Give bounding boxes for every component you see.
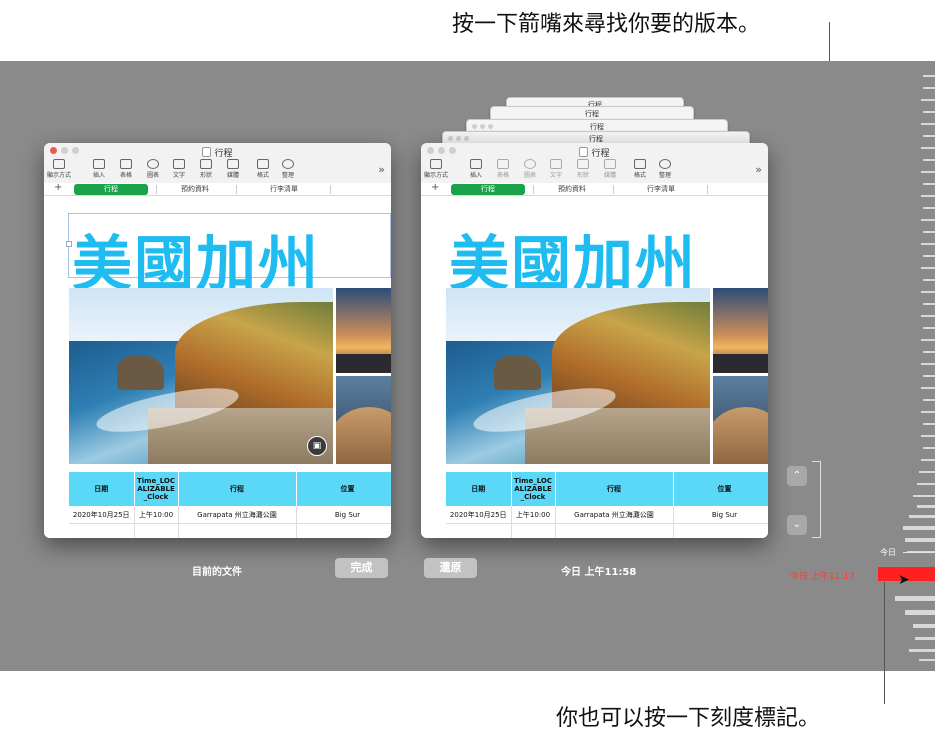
callout-click-ticks: 你也可以按一下刻度標記。 xyxy=(556,706,821,731)
table-header: 位置 xyxy=(673,472,768,506)
add-sheet-button[interactable]: + xyxy=(54,182,62,193)
table-row: 2020年10月25日 上午10:00 Garrapata 州立海灘公園 Big… xyxy=(446,506,768,524)
itinerary-table: 日期 Time_LOCALIZABLE_Clock 行程 位置 2020年10月… xyxy=(446,472,768,538)
chevron-double-right-icon: » xyxy=(755,163,762,176)
time-machine-stage: 行程 行程 行程 行程 行程 顯示方式 插入 表格 圖表 文字 形狀 媒體 格式… xyxy=(0,61,935,671)
arrow-bracket-top xyxy=(812,461,821,462)
toolbar-format: 格式 xyxy=(627,159,653,179)
arrow-bracket xyxy=(820,461,821,538)
chart-icon xyxy=(147,159,159,169)
toolbar-view[interactable]: 顯示方式 xyxy=(46,159,72,179)
table-header: 位置 xyxy=(296,472,391,506)
window-title: 行程 xyxy=(421,146,768,159)
document-canvas: 美國加州 ▣ 日期 Time_LOCALIZABLE_Clock 行程 位置 2… xyxy=(44,196,391,538)
image-icon[interactable]: ▣ xyxy=(307,436,327,456)
arrow-bracket-bottom xyxy=(812,537,821,538)
table-header: 日期 xyxy=(69,472,135,506)
document-icon xyxy=(202,147,212,157)
toolbar-organize[interactable]: 整理 xyxy=(275,159,301,179)
tab-packing-list[interactable]: 行李清單 xyxy=(244,184,324,195)
chevron-down-icon[interactable]: ⌄ xyxy=(787,515,807,535)
document-icon xyxy=(579,147,589,157)
toolbar-table[interactable]: 表格 xyxy=(113,159,139,179)
timeline-today-label: 今日 xyxy=(880,548,896,557)
toolbar-view: 顯示方式 xyxy=(423,159,449,179)
mouse-pointer-icon: ➤ xyxy=(898,572,910,588)
current-document-label: 目前的文件 xyxy=(192,567,242,578)
document-canvas: 美國加州 日期 Time_LOCALIZABLE_Clock 行程 位置 202… xyxy=(421,196,768,538)
text-icon xyxy=(173,159,185,169)
callout-leader-bottom xyxy=(884,582,885,704)
table-header: 行程 xyxy=(555,472,674,506)
dunes-photo xyxy=(713,376,768,464)
current-document-window: 行程 顯示方式 插入 表格 圖表 文字 形狀 媒體 格式 整理 » + 行程 預… xyxy=(44,143,391,538)
toolbar-insert[interactable]: 插入 xyxy=(86,159,112,179)
chevron-up-icon[interactable]: ⌃ xyxy=(787,466,807,486)
paintbrush-icon xyxy=(257,159,269,169)
organize-icon xyxy=(282,159,294,169)
tab-itinerary: 行程 xyxy=(451,184,525,195)
toolbar-insert: 插入 xyxy=(463,159,489,179)
table-header: 日期 xyxy=(446,472,512,506)
sheet-tabs: + 行程 預約資料 行李清單 xyxy=(44,182,391,195)
toolbar-media: 媒體 xyxy=(597,159,623,179)
toolbar-format[interactable]: 格式 xyxy=(250,159,276,179)
media-icon xyxy=(227,159,239,169)
dunes-photo[interactable] xyxy=(336,376,391,464)
toolbar-media[interactable]: 媒體 xyxy=(220,159,246,179)
toolbar-shape[interactable]: 形狀 xyxy=(193,159,219,179)
chevron-double-right-icon[interactable]: » xyxy=(378,163,385,176)
table-row: 2020年10月25日 上午10:00 Garrapata 州立海灘公園 Big… xyxy=(69,506,391,524)
table-header: 行程 xyxy=(178,472,297,506)
toolbar-text[interactable]: 文字 xyxy=(166,159,192,179)
table-icon xyxy=(120,159,132,169)
toolbar-shape: 形狀 xyxy=(570,159,596,179)
insert-icon xyxy=(93,159,105,169)
sidebar-icon xyxy=(53,159,65,169)
toolbar-chart[interactable]: 圖表 xyxy=(140,159,166,179)
sheet-tabs: + 行程 預約資料 行李清單 xyxy=(421,182,768,195)
window-title: 行程 xyxy=(44,146,391,159)
tab-reservations[interactable]: 預約資料 xyxy=(162,184,228,195)
itinerary-table[interactable]: 日期 Time_LOCALIZABLE_Clock 行程 位置 2020年10月… xyxy=(69,472,391,538)
table-header: Time_LOCALIZABLE_Clock xyxy=(511,472,556,506)
toolbar: 顯示方式 插入 表格 圖表 文字 形狀 媒體 格式 整理 » xyxy=(46,159,389,181)
callout-find-version: 按一下箭嘴來尋找你要的版本。 xyxy=(452,12,761,37)
toolbar: 顯示方式 插入 表格 圖表 文字 形狀 媒體 格式 整理 » xyxy=(423,159,766,181)
tab-itinerary[interactable]: 行程 xyxy=(74,184,148,195)
timeline-selected-label: 今日 上午11:17 xyxy=(790,572,855,582)
version-time-label: 今日 上午11:58 xyxy=(561,567,637,578)
sunset-photo[interactable] xyxy=(336,288,391,373)
sunset-photo xyxy=(713,288,768,373)
tab-packing-list: 行李清單 xyxy=(647,185,675,193)
done-button[interactable]: 完成 xyxy=(335,558,388,578)
restore-button[interactable]: 還原 xyxy=(424,558,477,578)
today-marker-line xyxy=(903,552,933,553)
version-window: 行程 顯示方式 插入 表格 圖表 文字 形狀 媒體 格式 整理 » + 行程 預… xyxy=(421,143,768,538)
shape-icon xyxy=(200,159,212,169)
table-row xyxy=(446,523,768,538)
window-titlebar: 行程 顯示方式 插入 表格 圖表 文字 形狀 媒體 格式 整理 » + 行程 預… xyxy=(44,143,391,196)
tab-reservations: 預約資料 xyxy=(558,185,586,193)
toolbar-table: 表格 xyxy=(490,159,516,179)
toolbar-chart: 圖表 xyxy=(517,159,543,179)
table-row xyxy=(69,523,391,538)
toolbar-organize: 整理 xyxy=(652,159,678,179)
coast-photo xyxy=(446,288,710,464)
window-titlebar: 行程 顯示方式 插入 表格 圖表 文字 形狀 媒體 格式 整理 » + 行程 預… xyxy=(421,143,768,196)
toolbar-text: 文字 xyxy=(543,159,569,179)
add-sheet-button: + xyxy=(431,182,440,193)
table-header: Time_LOCALIZABLE_Clock xyxy=(134,472,179,506)
coast-photo[interactable]: ▣ xyxy=(69,288,333,464)
